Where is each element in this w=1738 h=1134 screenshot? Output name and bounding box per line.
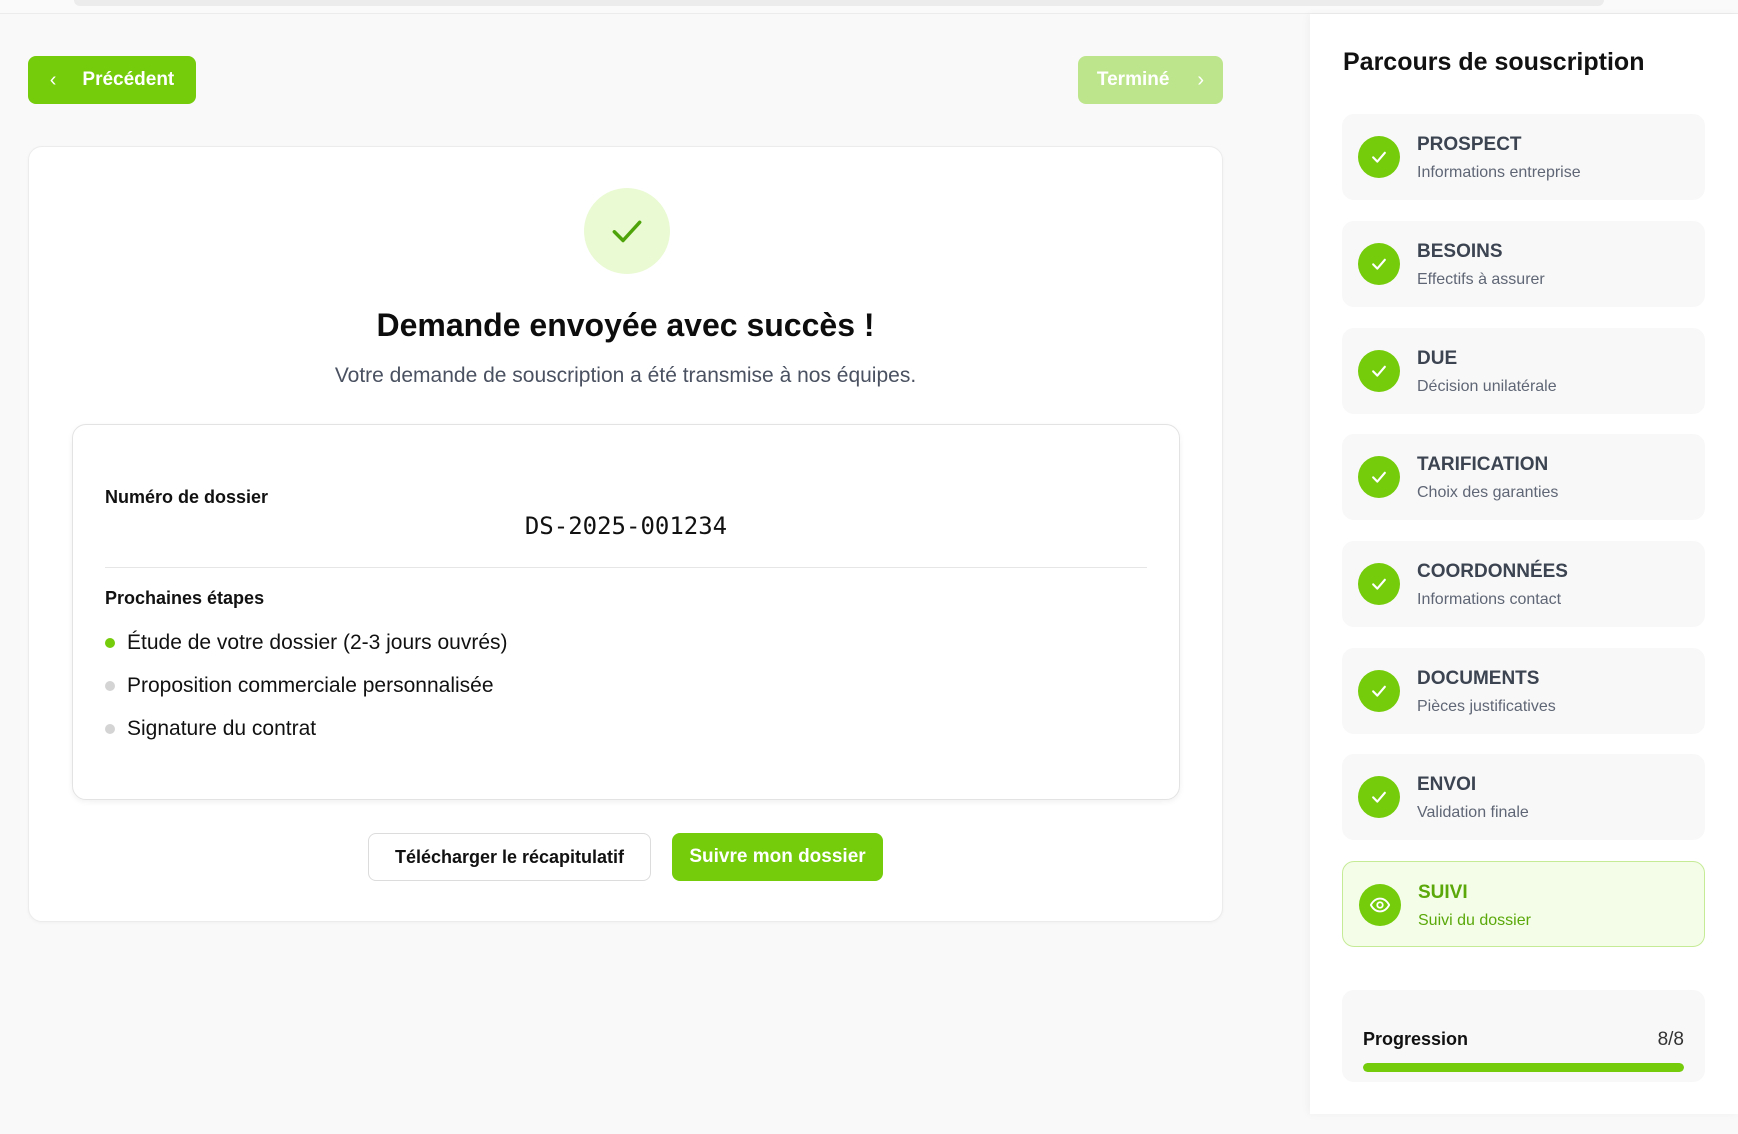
sidebar-step-envoi[interactable]: ENVOI Validation finale bbox=[1342, 754, 1705, 840]
sidebar-step-coordonnees[interactable]: COORDONNÉES Informations contact bbox=[1342, 541, 1705, 627]
progress-count: 8/8 bbox=[1657, 1029, 1684, 1050]
success-title: Demande envoyée avec succès ! bbox=[376, 307, 875, 343]
track-dossier-button[interactable]: Suivre mon dossier bbox=[672, 833, 883, 881]
step-name: SUIVI bbox=[1418, 882, 1468, 903]
confirmation-card: Demande envoyée avec succès ! Votre dema… bbox=[28, 146, 1223, 922]
step-name: DUE bbox=[1417, 348, 1458, 369]
chevron-right-icon: › bbox=[1197, 69, 1205, 91]
sidebar-step-due[interactable]: DUE Décision unilatérale bbox=[1342, 328, 1705, 414]
next-step-text: Proposition commerciale personnalisée bbox=[127, 673, 494, 697]
sidebar-step-prospect[interactable]: PROSPECT Informations entreprise bbox=[1342, 114, 1705, 200]
download-summary-button[interactable]: Télécharger le récapitulatif bbox=[368, 833, 651, 881]
dossier-summary-panel: Numéro de dossier DS-2025-001234 Prochai… bbox=[72, 424, 1180, 800]
check-icon bbox=[1358, 350, 1400, 392]
step-description: Informations entreprise bbox=[1417, 164, 1581, 181]
top-bar bbox=[0, 0, 1738, 14]
step-name: DOCUMENTS bbox=[1417, 668, 1540, 689]
step-description: Validation finale bbox=[1417, 804, 1529, 821]
next-step-text: Étude de votre dossier (2-3 jours ouvrés… bbox=[127, 630, 508, 654]
progress-label: Progression bbox=[1363, 1029, 1469, 1049]
dossier-number-label: Numéro de dossier bbox=[105, 487, 269, 507]
sidebar-step-suivi[interactable]: SUIVI Suivi du dossier bbox=[1342, 861, 1705, 947]
step-description: Décision unilatérale bbox=[1417, 378, 1557, 395]
sidebar-step-besoins[interactable]: BESOINS Effectifs à assurer bbox=[1342, 221, 1705, 307]
step-name: COORDONNÉES bbox=[1417, 561, 1568, 582]
progress-panel: Progression 8/8 bbox=[1342, 990, 1705, 1082]
check-icon bbox=[1358, 563, 1400, 605]
step-description: Pièces justificatives bbox=[1417, 698, 1556, 715]
eye-icon bbox=[1359, 884, 1401, 926]
step-description: Choix des garanties bbox=[1417, 484, 1559, 501]
next-step-item: Étude de votre dossier (2-3 jours ouvrés… bbox=[105, 621, 508, 664]
success-subtitle: Votre demande de souscription a été tran… bbox=[334, 364, 917, 387]
active-step-dot-icon bbox=[105, 637, 115, 648]
progress-bar-fill bbox=[1363, 1063, 1684, 1072]
top-bar-pill bbox=[74, 0, 1604, 6]
finish-button[interactable]: Terminé › bbox=[1078, 56, 1223, 104]
check-icon bbox=[1358, 456, 1400, 498]
dossier-number-value: DS-2025-001234 bbox=[524, 512, 728, 540]
chevron-left-icon: ‹ bbox=[49, 69, 57, 91]
step-name: TARIFICATION bbox=[1417, 454, 1549, 475]
step-name: PROSPECT bbox=[1417, 134, 1522, 155]
next-steps-label: Prochaines étapes bbox=[105, 588, 265, 608]
check-icon bbox=[1358, 776, 1400, 818]
step-description: Effectifs à assurer bbox=[1417, 271, 1545, 288]
sidebar-step-tarification[interactable]: TARIFICATION Choix des garanties bbox=[1342, 434, 1705, 520]
next-step-item: Proposition commerciale personnalisée bbox=[105, 664, 508, 707]
step-description: Suivi du dossier bbox=[1418, 912, 1531, 929]
next-step-text: Signature du contrat bbox=[127, 716, 317, 740]
step-description: Informations contact bbox=[1417, 591, 1562, 608]
sidebar-step-documents[interactable]: DOCUMENTS Pièces justificatives bbox=[1342, 648, 1705, 734]
finish-button-label: Terminé bbox=[1096, 69, 1170, 90]
next-steps-list: Étude de votre dossier (2-3 jours ouvrés… bbox=[105, 621, 508, 750]
divider bbox=[105, 567, 1147, 568]
previous-button-label: Précédent bbox=[82, 69, 175, 90]
step-name: ENVOI bbox=[1417, 774, 1477, 795]
pending-step-dot-icon bbox=[105, 680, 115, 691]
previous-button[interactable]: ‹ Précédent bbox=[28, 56, 196, 104]
success-check-icon bbox=[584, 188, 670, 274]
sidebar-title: Parcours de souscription bbox=[1343, 48, 1645, 76]
check-icon bbox=[1358, 243, 1400, 285]
check-icon bbox=[1358, 670, 1400, 712]
check-icon bbox=[1358, 136, 1400, 178]
next-step-item: Signature du contrat bbox=[105, 707, 508, 750]
step-name: BESOINS bbox=[1417, 241, 1503, 262]
pending-step-dot-icon bbox=[105, 723, 115, 734]
subscription-journey-sidebar: Parcours de souscription PROSPECT Inform… bbox=[1310, 14, 1738, 1114]
progress-bar bbox=[1363, 1063, 1684, 1072]
